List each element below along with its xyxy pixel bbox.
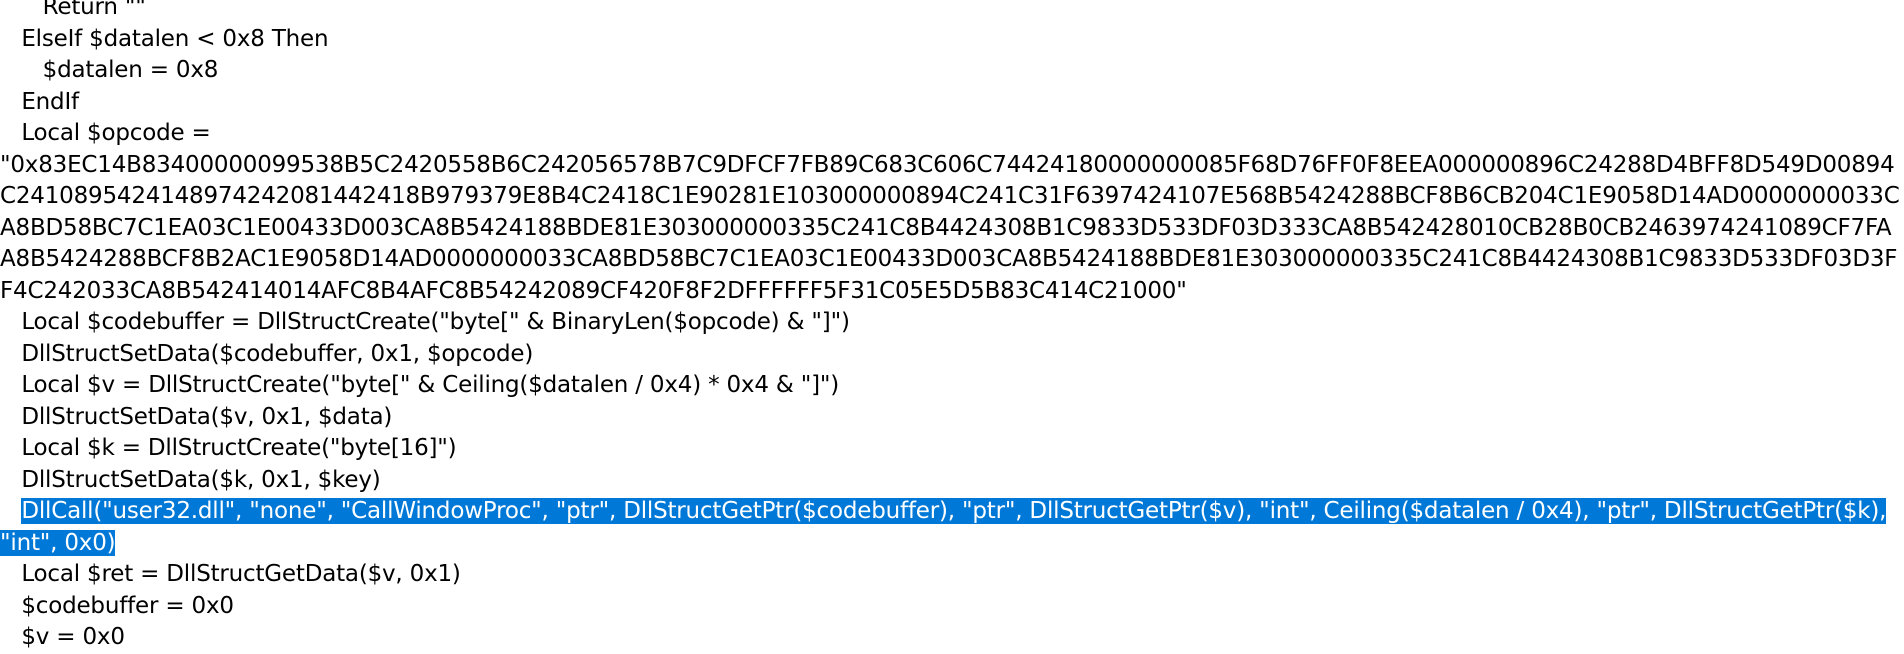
code-line: Local $codebuffer = DllStructCreate("byt…: [0, 309, 850, 335]
selected-code-line[interactable]: DllCall("user32.dll", "none", "CallWindo…: [0, 496, 1904, 528]
code-line: Local $ret = DllStructGetData($v, 0x1): [0, 561, 461, 587]
selected-code-line-continued[interactable]: "int", 0x0): [0, 528, 1904, 560]
code-editor[interactable]: Return "" ElseIf $datalen < 0x8 Then $da…: [0, 0, 1904, 654]
code-line: Local $v = DllStructCreate("byte[" & Cei…: [0, 372, 840, 398]
code-line: DllStructSetData($codebuffer, 0x1, $opco…: [0, 340, 534, 367]
code-line: EndIf: [0, 88, 79, 115]
code-line: ElseIf $datalen < 0x8 Then: [0, 25, 329, 52]
code-line: $v = 0x0: [0, 624, 125, 650]
code-line: $datalen = 0x8: [0, 57, 219, 83]
code-line: DllStructSetData($v, 0x1, $data): [0, 403, 393, 430]
selected-text[interactable]: DllCall("user32.dll", "none", "CallWindo…: [21, 498, 1886, 524]
code-line: Local $k = DllStructCreate("byte[16]"): [0, 435, 457, 461]
code-line: $codebuffer = 0x0: [0, 592, 234, 619]
code-line: Return "": [0, 0, 146, 20]
selected-text[interactable]: "int", 0x0): [0, 529, 116, 556]
code-line: DllStructSetData($k, 0x1, $key): [0, 466, 381, 493]
code-line: Local $opcode =: [0, 120, 211, 146]
opcode-string-literal: "0x83EC14B83400000099538B5C2420558B6C242…: [0, 151, 1900, 304]
